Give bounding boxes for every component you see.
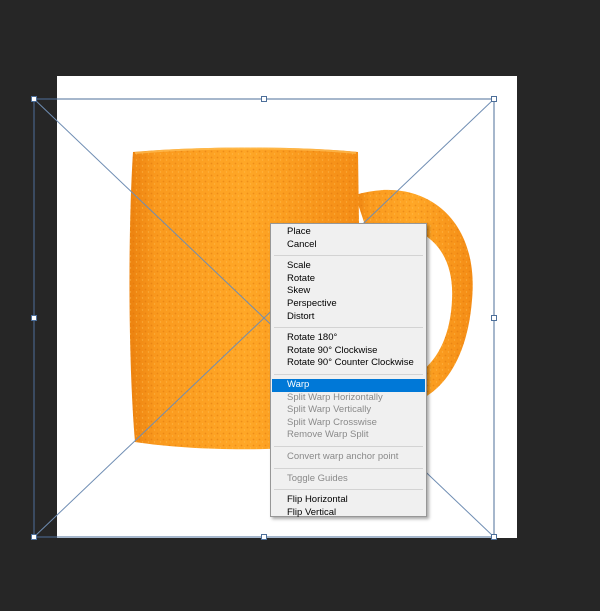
menu-item-rotate-90-counter-clockwise[interactable]: Rotate 90° Counter Clockwise xyxy=(272,357,425,370)
transform-handle-top-right[interactable] xyxy=(491,96,497,102)
menu-separator xyxy=(274,489,423,491)
menu-item-split-warp-vertically: Split Warp Vertically xyxy=(287,404,372,416)
photoshop-workspace: Place Cancel Scale Rotate Skew Perspective Dis… xyxy=(0,0,600,611)
menu-item-rotate-180[interactable]: Rotate 180° xyxy=(272,332,425,345)
menu-separator xyxy=(274,467,423,469)
menu-item-rotate-90-clockwise[interactable]: Rotate 90° Clockwise xyxy=(272,345,425,358)
menu-item-distort[interactable]: Distort xyxy=(272,311,425,324)
transform-handle-left[interactable] xyxy=(31,315,37,321)
transform-handle-bottom-left[interactable] xyxy=(31,534,37,540)
menu-item-flip-vertical[interactable]: Flip Vertical xyxy=(272,507,425,520)
menu-item-convert-warp-anchor-point: Convert warp anchor point xyxy=(287,450,399,462)
menu-separator xyxy=(274,255,423,257)
menu-item-split-warp-crosswise: Split Warp Crosswise xyxy=(287,416,377,428)
menu-item-remove-warp-split: Remove Warp Split xyxy=(287,429,369,441)
menu-separator xyxy=(274,445,423,447)
menu-item-perspective[interactable]: Perspective xyxy=(272,298,425,311)
menu-item-rotate[interactable]: Rotate xyxy=(272,273,425,286)
menu-item-skew[interactable]: Skew xyxy=(272,285,425,298)
menu-item-warp[interactable]: Warp xyxy=(272,378,425,392)
transform-handle-right[interactable] xyxy=(491,315,497,321)
transform-handle-top[interactable] xyxy=(261,96,267,102)
transform-context-menu: Place Cancel Scale Rotate Skew Perspective Dis… xyxy=(270,223,427,520)
menu-separator xyxy=(274,327,423,329)
transform-handle-top-left[interactable] xyxy=(31,96,37,102)
transform-handle-bottom-right[interactable] xyxy=(491,534,497,540)
menu-item-split-warp-horizontally: Split Warp Horizontally xyxy=(287,391,383,403)
menu-separator xyxy=(274,373,423,375)
menu-item-toggle-guides: Toggle Guides xyxy=(287,472,348,484)
menu-item-cancel[interactable]: Cancel xyxy=(272,239,425,252)
menu-item-flip-horizontal[interactable]: Flip Horizontal xyxy=(272,494,425,507)
menu-item-scale[interactable]: Scale xyxy=(272,260,425,273)
menu-item-place[interactable]: Place xyxy=(272,226,425,239)
transform-handle-bottom[interactable] xyxy=(261,534,267,540)
